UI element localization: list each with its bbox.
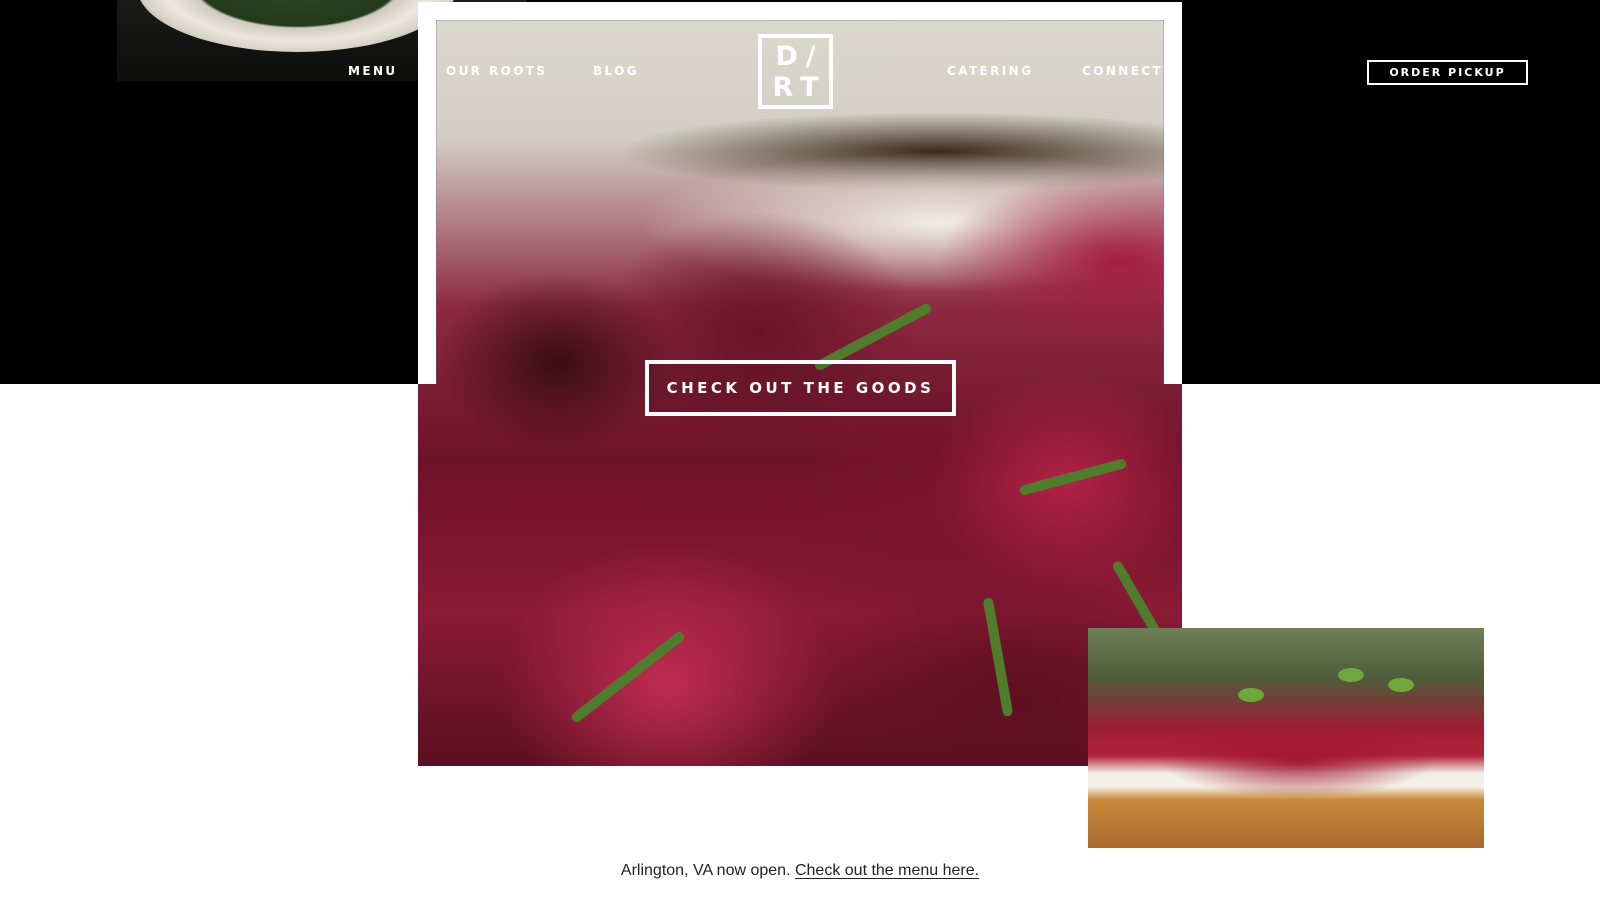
logo-line-2: RT [772,71,827,103]
check-out-goods-button[interactable]: CHECK OUT THE GOODS [645,360,956,416]
nav-our-roots-link[interactable]: OUR ROOTS [446,64,547,78]
location-notice: Arlington, VA now open. Check out the me… [0,862,1600,880]
logo-line-1: D/ [775,40,824,72]
sprout-leaf [1388,678,1414,692]
sprout-leaf [1238,688,1264,702]
herb-leaf [982,597,1014,717]
beet-toast-image [1088,628,1484,848]
herb-leaf [1018,457,1128,497]
nav-connect-link[interactable]: CONNECT [1082,64,1163,78]
nav-blog-link[interactable]: BLOG [593,64,639,78]
bowl-shape [137,0,457,52]
menu-link[interactable]: Check out the menu here. [795,862,979,879]
notice-text: Arlington, VA now open. [620,862,791,879]
order-pickup-button[interactable]: ORDER PICKUP [1367,60,1528,85]
herb-leaf [569,629,687,725]
nav-menu-link[interactable]: MENU [348,64,398,78]
nav-catering-link[interactable]: CATERING [947,64,1033,78]
dirt-logo[interactable]: D/ RT [758,34,833,109]
sprout-leaf [1338,668,1364,682]
